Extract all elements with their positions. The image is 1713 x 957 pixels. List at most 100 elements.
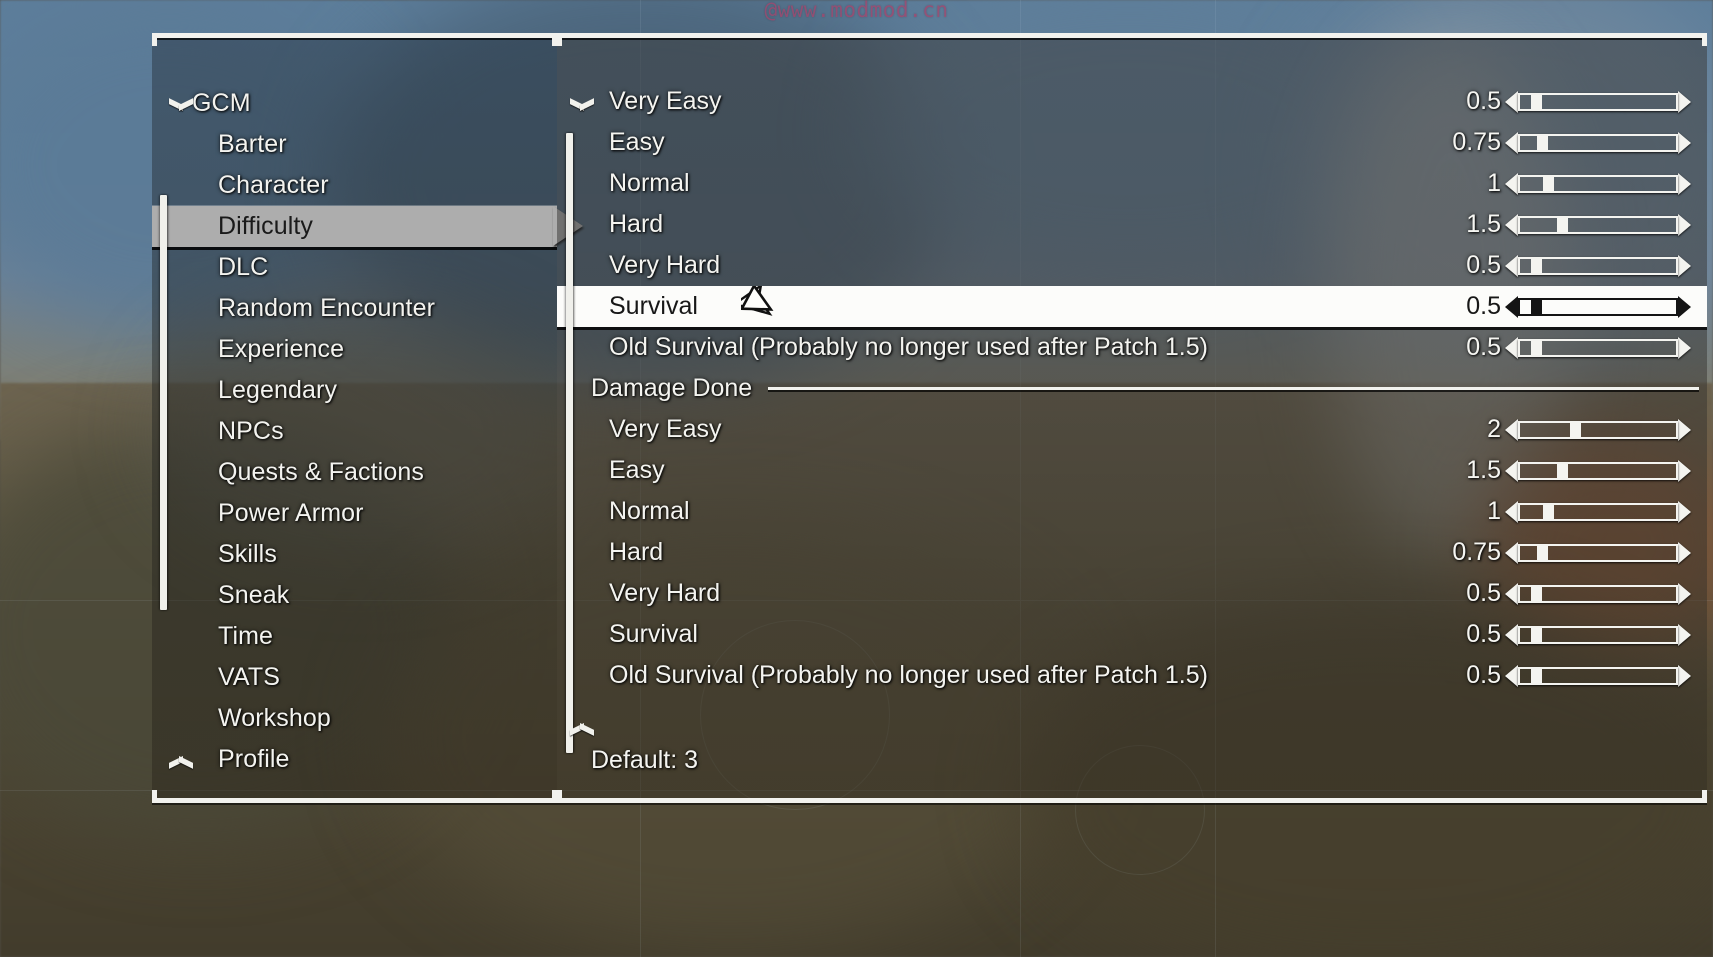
category-item-profile[interactable]: Profile bbox=[152, 739, 557, 780]
slider-decrease-arrow-icon[interactable] bbox=[1505, 459, 1518, 482]
slider-decrease-arrow-icon[interactable] bbox=[1505, 541, 1518, 564]
slider-increase-arrow-icon[interactable] bbox=[1678, 541, 1691, 564]
slider-handle[interactable] bbox=[1530, 299, 1542, 314]
category-scroll-down-button[interactable] bbox=[160, 746, 202, 776]
slider-increase-arrow-icon[interactable] bbox=[1678, 336, 1691, 359]
slider-decrease-arrow-icon[interactable] bbox=[1505, 582, 1518, 605]
category-item-legendary[interactable]: Legendary bbox=[152, 370, 557, 411]
category-item-time[interactable]: Time bbox=[152, 616, 557, 657]
slider-track[interactable] bbox=[1518, 625, 1678, 644]
slider-track[interactable] bbox=[1518, 92, 1678, 111]
setting-slider[interactable] bbox=[1505, 254, 1691, 277]
slider-handle[interactable] bbox=[1557, 217, 1569, 232]
slider-track[interactable] bbox=[1518, 256, 1678, 275]
category-scrollbar[interactable] bbox=[160, 195, 167, 610]
slider-increase-arrow-icon[interactable] bbox=[1678, 131, 1691, 154]
slider-decrease-arrow-icon[interactable] bbox=[1505, 254, 1518, 277]
slider-increase-arrow-icon[interactable] bbox=[1678, 418, 1691, 441]
setting-row[interactable]: Old Survival (Probably no longer used af… bbox=[557, 327, 1707, 368]
setting-row[interactable]: Easy 1.5 bbox=[557, 450, 1707, 491]
slider-track[interactable] bbox=[1518, 502, 1678, 521]
slider-decrease-arrow-icon[interactable] bbox=[1505, 295, 1518, 318]
category-item-quests-factions[interactable]: Quests & Factions bbox=[152, 452, 557, 493]
settings-scroll-up-button[interactable] bbox=[561, 95, 603, 125]
slider-decrease-arrow-icon[interactable] bbox=[1505, 336, 1518, 359]
slider-track[interactable] bbox=[1518, 420, 1678, 439]
slider-track[interactable] bbox=[1518, 338, 1678, 357]
slider-decrease-arrow-icon[interactable] bbox=[1505, 418, 1518, 441]
setting-slider[interactable] bbox=[1505, 213, 1691, 236]
slider-handle[interactable] bbox=[1530, 258, 1542, 273]
setting-slider[interactable] bbox=[1505, 336, 1691, 359]
slider-increase-arrow-icon[interactable] bbox=[1678, 664, 1691, 687]
slider-decrease-arrow-icon[interactable] bbox=[1505, 131, 1518, 154]
category-item-vats[interactable]: VATS bbox=[152, 657, 557, 698]
slider-handle[interactable] bbox=[1530, 668, 1542, 683]
setting-slider[interactable] bbox=[1505, 459, 1691, 482]
slider-track[interactable] bbox=[1518, 297, 1678, 316]
setting-row[interactable]: Hard 0.75 bbox=[557, 532, 1707, 573]
category-item-power-armor[interactable]: Power Armor bbox=[152, 493, 557, 534]
setting-row[interactable]: Survival 0.5 bbox=[557, 286, 1707, 327]
category-item-difficulty[interactable]: Difficulty bbox=[152, 206, 557, 247]
slider-decrease-arrow-icon[interactable] bbox=[1505, 90, 1518, 113]
slider-increase-arrow-icon[interactable] bbox=[1678, 213, 1691, 236]
setting-row[interactable]: Normal 1 bbox=[557, 163, 1707, 204]
slider-handle[interactable] bbox=[1557, 463, 1569, 478]
slider-track[interactable] bbox=[1518, 461, 1678, 480]
slider-decrease-arrow-icon[interactable] bbox=[1505, 500, 1518, 523]
slider-increase-arrow-icon[interactable] bbox=[1678, 254, 1691, 277]
slider-increase-arrow-icon[interactable] bbox=[1678, 500, 1691, 523]
setting-row[interactable]: Old Survival (Probably no longer used af… bbox=[557, 655, 1707, 696]
slider-handle[interactable] bbox=[1530, 627, 1542, 642]
setting-slider[interactable] bbox=[1505, 664, 1691, 687]
slider-handle[interactable] bbox=[1530, 94, 1542, 109]
category-scroll-up-button[interactable] bbox=[160, 95, 202, 125]
slider-decrease-arrow-icon[interactable] bbox=[1505, 172, 1518, 195]
slider-increase-arrow-icon[interactable] bbox=[1678, 90, 1691, 113]
slider-handle[interactable] bbox=[1543, 176, 1555, 191]
setting-slider[interactable] bbox=[1505, 172, 1691, 195]
slider-increase-arrow-icon[interactable] bbox=[1678, 459, 1691, 482]
setting-row[interactable]: Normal 1 bbox=[557, 491, 1707, 532]
category-item-character[interactable]: Character bbox=[152, 165, 557, 206]
slider-handle[interactable] bbox=[1530, 340, 1542, 355]
setting-slider[interactable] bbox=[1505, 623, 1691, 646]
category-item-npcs[interactable]: NPCs bbox=[152, 411, 557, 452]
setting-row[interactable]: Very Easy 2 bbox=[557, 409, 1707, 450]
setting-slider[interactable] bbox=[1505, 131, 1691, 154]
setting-row[interactable]: Very Hard 0.5 bbox=[557, 245, 1707, 286]
category-item-skills[interactable]: Skills bbox=[152, 534, 557, 575]
setting-slider[interactable] bbox=[1505, 582, 1691, 605]
slider-track[interactable] bbox=[1518, 174, 1678, 193]
setting-slider[interactable] bbox=[1505, 90, 1691, 113]
setting-slider[interactable] bbox=[1505, 295, 1691, 318]
setting-slider[interactable] bbox=[1505, 500, 1691, 523]
setting-slider[interactable] bbox=[1505, 541, 1691, 564]
slider-increase-arrow-icon[interactable] bbox=[1678, 582, 1691, 605]
slider-increase-arrow-icon[interactable] bbox=[1678, 295, 1691, 318]
setting-row[interactable]: Easy 0.75 bbox=[557, 122, 1707, 163]
category-item-random-encounter[interactable]: Random Encounter bbox=[152, 288, 557, 329]
category-item-sneak[interactable]: Sneak bbox=[152, 575, 557, 616]
slider-decrease-arrow-icon[interactable] bbox=[1505, 623, 1518, 646]
settings-scroll-down-button[interactable] bbox=[561, 713, 603, 743]
setting-row[interactable]: Hard 1.5 bbox=[557, 204, 1707, 245]
category-item-dlc[interactable]: DLC bbox=[152, 247, 557, 288]
slider-handle[interactable] bbox=[1537, 545, 1549, 560]
setting-row[interactable]: Very Easy 0.5 bbox=[557, 81, 1707, 122]
slider-handle[interactable] bbox=[1569, 422, 1581, 437]
setting-slider[interactable] bbox=[1505, 418, 1691, 441]
category-item-experience[interactable]: Experience bbox=[152, 329, 557, 370]
setting-row[interactable]: Very Hard 0.5 bbox=[557, 573, 1707, 614]
settings-scrollbar[interactable] bbox=[566, 133, 573, 753]
slider-track[interactable] bbox=[1518, 584, 1678, 603]
setting-row[interactable]: Survival 0.5 bbox=[557, 614, 1707, 655]
slider-track[interactable] bbox=[1518, 133, 1678, 152]
slider-track[interactable] bbox=[1518, 215, 1678, 234]
slider-decrease-arrow-icon[interactable] bbox=[1505, 213, 1518, 236]
category-item-gcm[interactable]: GCM bbox=[152, 83, 557, 124]
slider-track[interactable] bbox=[1518, 666, 1678, 685]
slider-increase-arrow-icon[interactable] bbox=[1678, 172, 1691, 195]
slider-handle[interactable] bbox=[1537, 135, 1549, 150]
